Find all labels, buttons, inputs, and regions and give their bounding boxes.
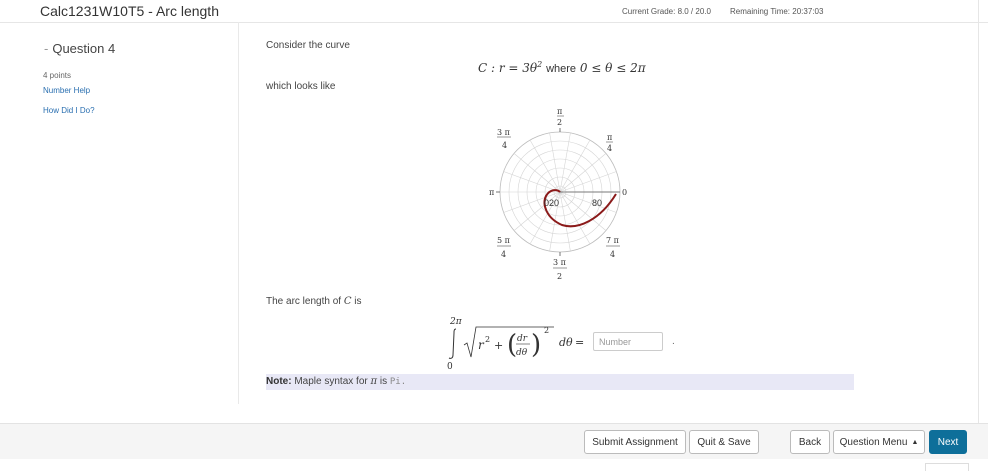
label-3pi-over-4-den: 4 xyxy=(502,141,507,150)
intro-text: Consider the curve xyxy=(266,40,350,51)
arc-is: is xyxy=(354,296,362,307)
submit-assignment-button[interactable]: Submit Assignment xyxy=(584,430,686,454)
label-5pi-over-4-num: 5 π xyxy=(497,236,510,245)
svg-text:r: r xyxy=(478,338,485,352)
current-grade: Current Grade: 8.0 / 20.0 xyxy=(622,7,711,16)
bottom-strip xyxy=(0,459,988,470)
question-menu-label: Question Menu xyxy=(839,436,908,448)
polar-grid xyxy=(496,128,621,256)
collapse-dash-icon[interactable]: - xyxy=(44,41,48,56)
sidebar: - Question 4 4 points Number Help How Did… xyxy=(0,22,239,404)
label-3pi-over-2-den: 2 xyxy=(557,272,562,281)
curve-where: where xyxy=(546,63,577,75)
label-pi-over-4-num: π xyxy=(607,133,612,142)
syntax-note: Note: Maple syntax for π is Pi. xyxy=(266,374,854,390)
label-pi-over-2-num: π xyxy=(557,107,562,116)
radial-tick-2: 80 xyxy=(592,198,602,208)
svg-text:dr: dr xyxy=(517,334,528,344)
question-menu-button[interactable]: Question Menu ▲ xyxy=(833,430,925,454)
arc-length-text: The arc length of C is xyxy=(266,296,362,307)
curve-range: 0 ≤ θ ≤ 2π xyxy=(579,61,646,75)
label-7pi-over-4-den: 4 xyxy=(610,250,615,259)
footer-bar: Submit Assignment Quit & Save Back Quest… xyxy=(0,423,988,460)
caret-up-icon: ▲ xyxy=(911,438,919,446)
polar-graph: π 2 3 π 4 π 4 π 0 020 80 5 π 4 7 π 4 3 π… xyxy=(489,107,627,281)
svg-text:dθ: dθ xyxy=(559,336,573,349)
curve-lhs: C : r = 3θ xyxy=(478,61,538,75)
how-did-i-do-link[interactable]: How Did I Do? xyxy=(43,106,95,115)
integral-sign xyxy=(448,328,457,359)
svg-text:2: 2 xyxy=(485,335,490,344)
looks-like-text: which looks like xyxy=(266,81,336,92)
arc-curve-symbol: C xyxy=(343,296,352,307)
answer-period: . xyxy=(672,336,675,347)
integral-upper-limit: 2π xyxy=(449,317,463,327)
label-5pi-over-4-den: 4 xyxy=(501,250,506,259)
curve-exponent: 2 xyxy=(537,60,543,69)
label-7pi-over-4-num: 7 π xyxy=(606,236,619,245)
curve-equation: C : r = 3θ2 where 0 ≤ θ ≤ 2π xyxy=(478,60,646,75)
note-is: is xyxy=(379,376,388,387)
label-pi: π xyxy=(489,188,494,197)
assignment-title: Calc1231W10T5 - Arc length xyxy=(40,3,219,19)
quit-save-button[interactable]: Quit & Save xyxy=(689,430,759,454)
points-label: 4 points xyxy=(43,71,72,80)
svg-text:2: 2 xyxy=(544,326,549,335)
svg-text:=: = xyxy=(575,336,584,349)
answer-number-input[interactable] xyxy=(593,332,663,351)
back-button[interactable]: Back xyxy=(790,430,830,454)
label-3pi-over-4-num: 3 π xyxy=(497,128,510,137)
arc-text: The arc length of xyxy=(266,296,342,307)
svg-text:dθ: dθ xyxy=(516,348,528,358)
svg-text:): ) xyxy=(531,330,541,360)
integral-lower-limit: 0 xyxy=(447,362,453,372)
number-help-link[interactable]: Number Help xyxy=(43,86,90,95)
label-3pi-over-2-num: 3 π xyxy=(553,258,566,267)
arc-length-integral: 2π 0 r 2 + ( dr dθ ) 2 dθ = xyxy=(447,317,584,372)
note-code: Pi. xyxy=(389,377,407,387)
right-divider xyxy=(978,0,979,425)
note-text: Maple syntax for xyxy=(294,376,368,387)
top-bar: Calc1231W10T5 - Arc length Current Grade… xyxy=(0,0,988,23)
question-heading: - Question 4 xyxy=(44,41,115,56)
note-pi: π xyxy=(370,376,378,387)
label-pi-over-2-den: 2 xyxy=(557,118,562,127)
svg-text:+: + xyxy=(494,339,503,352)
label-pi-over-4-den: 4 xyxy=(607,144,612,153)
next-button[interactable]: Next xyxy=(929,430,967,454)
question-label: Question 4 xyxy=(52,41,116,56)
radial-tick-1: 020 xyxy=(544,198,559,208)
remaining-time: Remaining Time: 20:37:03 xyxy=(730,7,824,16)
label-zero: 0 xyxy=(622,188,627,197)
note-bold-label: Note: xyxy=(266,376,292,387)
